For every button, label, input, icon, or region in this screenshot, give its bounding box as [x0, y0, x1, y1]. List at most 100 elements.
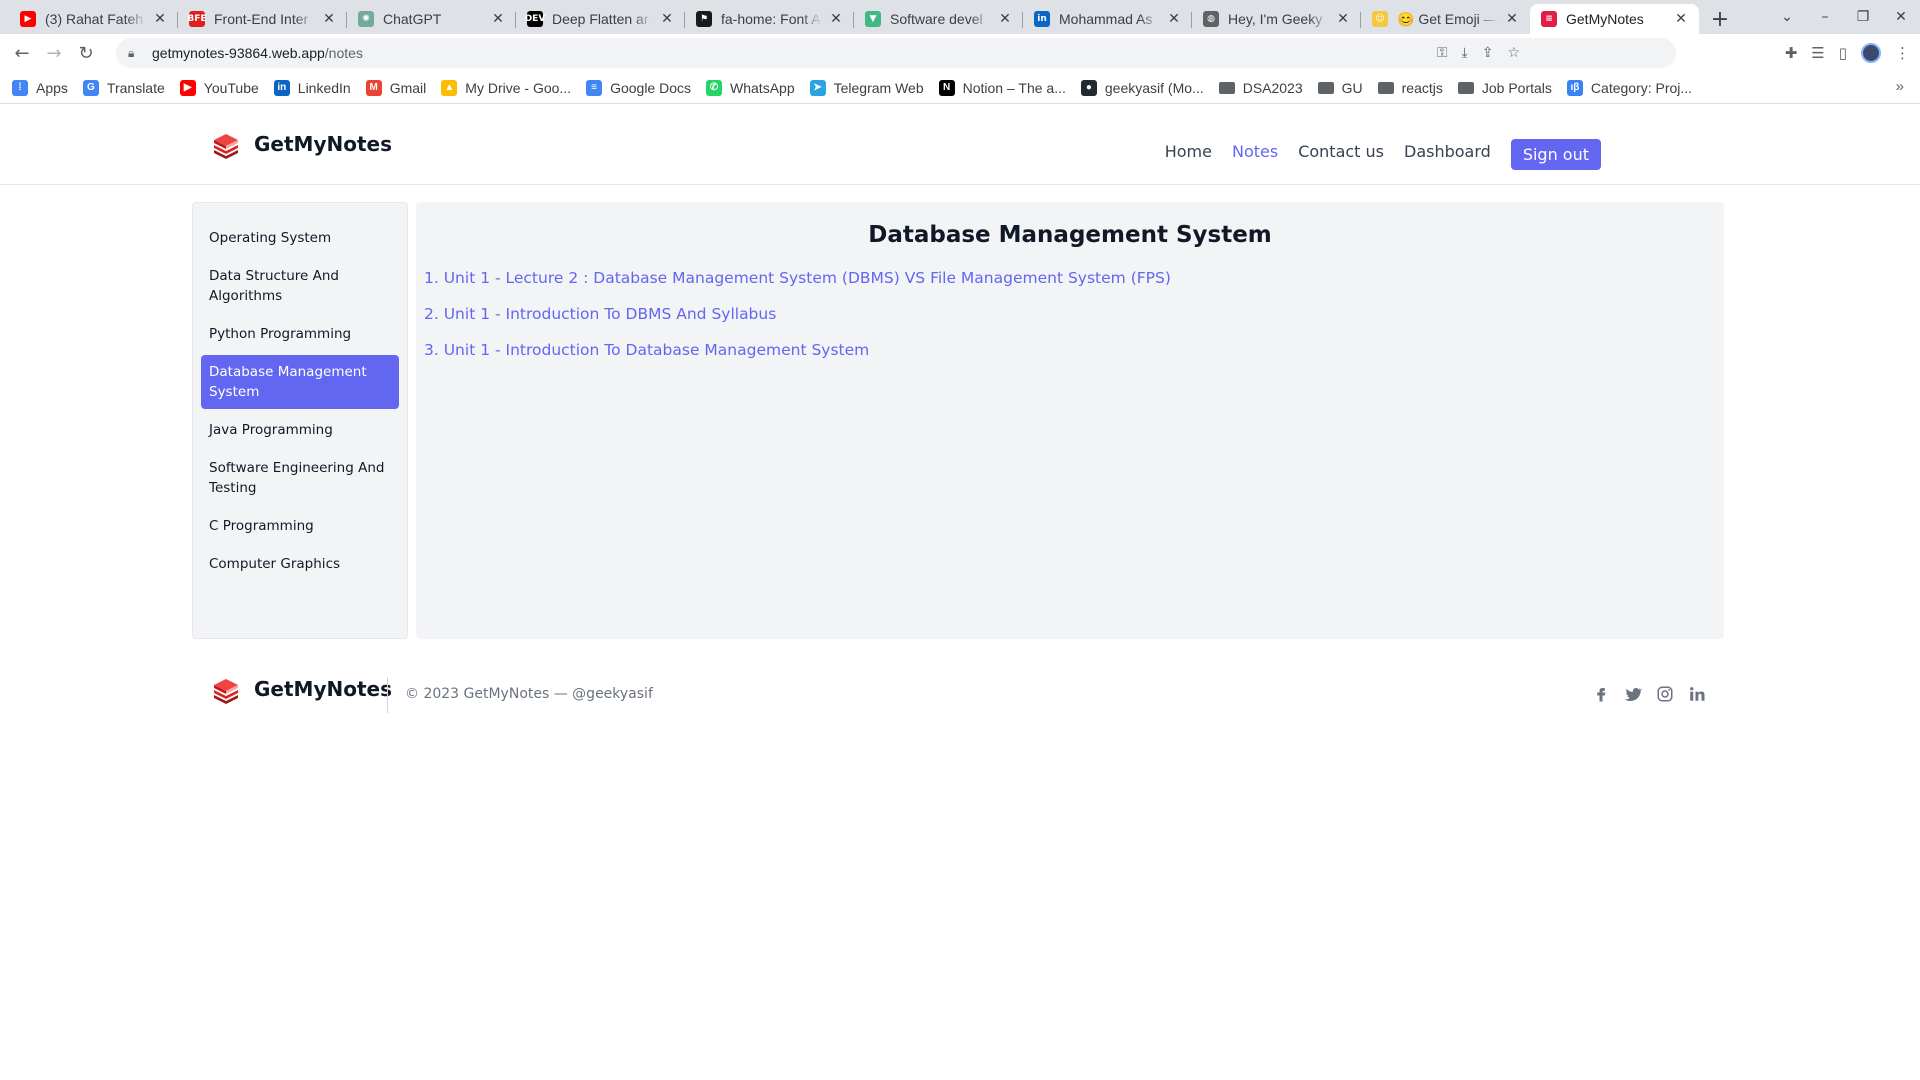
globe-icon: ◍	[1203, 11, 1219, 27]
bfe-icon: BFE	[187, 11, 207, 27]
bookmark-item[interactable]: N Notion – The a...	[938, 79, 1066, 96]
star-icon[interactable]: ☆	[1507, 45, 1520, 61]
browser-tab[interactable]: BFE Front-End Inter ✕	[178, 4, 347, 34]
bookmark-label: Gmail	[389, 79, 427, 96]
bookmark-item[interactable]: ▶ YouTube	[179, 79, 259, 96]
close-tab-icon[interactable]: ✕	[1673, 11, 1689, 27]
bookmark-label: reactjs	[1401, 79, 1443, 96]
key-icon[interactable]: ⚿	[1437, 45, 1448, 61]
more-bookmarks-icon[interactable]: »	[1896, 78, 1904, 95]
close-tab-icon[interactable]: ✕	[1504, 11, 1520, 27]
tab-title: Front-End Inter	[214, 11, 309, 27]
browser-tab[interactable]: ≡ GetMyNotes ✕	[1530, 4, 1699, 34]
subject-item[interactable]: Computer Graphics	[201, 547, 399, 581]
footer-brand[interactable]: GetMyNotes	[210, 673, 392, 705]
bookmark-label: Google Docs	[610, 79, 692, 96]
side-panel-icon[interactable]: ▯	[1839, 44, 1847, 62]
bookmark-item[interactable]: GU	[1317, 80, 1363, 96]
menu-icon[interactable]: ⋮	[1895, 44, 1910, 62]
subject-item[interactable]: Database Management System	[201, 355, 399, 409]
bookmark-item[interactable]: ✆ WhatsApp	[706, 79, 795, 96]
tab-title: Hey, I'm Geeky	[1228, 11, 1323, 27]
nav-dashboard[interactable]: Dashboard	[1404, 142, 1491, 161]
bookmark-item[interactable]: in LinkedIn	[273, 79, 351, 96]
close-window-icon[interactable]: ✕	[1882, 9, 1920, 25]
close-tab-icon[interactable]: ✕	[1335, 11, 1351, 27]
minimize-icon[interactable]: –	[1806, 9, 1844, 25]
close-tab-icon[interactable]: ✕	[321, 11, 337, 27]
subject-item[interactable]: Operating System	[201, 221, 399, 255]
nav-home[interactable]: Home	[1165, 142, 1212, 161]
brand[interactable]: GetMyNotes	[210, 128, 392, 160]
bookmark-item[interactable]: ıβ Category: Proj...	[1566, 79, 1692, 96]
browser-tab[interactable]: ⚑ fa-home: Font A ✕	[685, 4, 854, 34]
tab-title: Deep Flatten ar	[552, 11, 649, 27]
tab-title: 😊 Get Emoji —	[1397, 10, 1498, 27]
browser-tab[interactable]: ✺ ChatGPT ✕	[347, 4, 516, 34]
extensions-icon[interactable]: ✚	[1785, 44, 1798, 62]
bookmark-label: My Drive - Goo...	[465, 79, 572, 96]
drive-icon: ▲	[441, 79, 458, 96]
install-icon[interactable]: ⤓	[1462, 45, 1468, 61]
bookmark-item[interactable]: ⁞ Apps	[12, 79, 68, 96]
note-link[interactable]: 3. Unit 1 - Introduction To Database Man…	[424, 332, 1716, 368]
reload-icon[interactable]: ↻	[70, 37, 102, 69]
restore-icon[interactable]: ❐	[1844, 9, 1882, 25]
browser-tab[interactable]: in Mohammad As ✕	[1023, 4, 1192, 34]
browser-tab[interactable]: ▼ Software devel ✕	[854, 4, 1023, 34]
browser-tab[interactable]: ▶ (3) Rahat Fateh ✕	[9, 4, 178, 34]
url-host: getmynotes-93864.web.app	[152, 45, 325, 61]
bookmark-item[interactable]: G Translate	[82, 79, 165, 96]
telegram-icon: ➤	[809, 79, 826, 96]
translate-icon: G	[82, 79, 99, 96]
close-tab-icon[interactable]: ✕	[659, 11, 675, 27]
sign-out-button[interactable]: Sign out	[1510, 139, 1601, 170]
nav-contact-us[interactable]: Contact us	[1298, 142, 1384, 161]
subject-item[interactable]: Java Programming	[201, 413, 399, 447]
close-tab-icon[interactable]: ✕	[997, 11, 1013, 27]
linkedin-icon[interactable]	[1688, 685, 1706, 703]
close-tab-icon[interactable]: ✕	[828, 11, 844, 27]
note-link[interactable]: 2. Unit 1 - Introduction To DBMS And Syl…	[424, 296, 1716, 332]
bookmark-item[interactable]: reactjs	[1377, 79, 1443, 96]
browser-tab[interactable]: DEV Deep Flatten ar ✕	[516, 4, 685, 34]
bookmark-item[interactable]: ● geekyasif (Mo...	[1080, 79, 1204, 96]
close-tab-icon[interactable]: ✕	[152, 11, 168, 27]
close-tab-icon[interactable]: ✕	[1166, 11, 1182, 27]
share-icon[interactable]: ⇪	[1482, 45, 1494, 61]
gmail-icon: M	[365, 79, 382, 96]
apps-icon: ⁞	[12, 79, 28, 96]
bookmark-label: Translate	[106, 79, 165, 96]
reading-list-icon[interactable]: ☰	[1811, 44, 1824, 62]
bookmark-label: geekyasif (Mo...	[1104, 79, 1204, 96]
subject-item[interactable]: Data Structure And Algorithms	[201, 259, 399, 313]
profile-avatar[interactable]	[1861, 43, 1881, 63]
browser-tab[interactable]: ◍ Hey, I'm Geeky ✕	[1192, 4, 1361, 34]
tab-search-icon[interactable]: ⌄	[1768, 9, 1806, 25]
youtube-icon: ▶	[20, 11, 36, 27]
subject-item[interactable]: C Programming	[201, 509, 399, 543]
subject-item[interactable]: Python Programming	[201, 317, 399, 351]
bookmark-item[interactable]: DSA2023	[1218, 80, 1303, 96]
instagram-icon[interactable]	[1656, 685, 1674, 703]
back-icon[interactable]: ←	[6, 37, 38, 69]
subject-item[interactable]: Software Engineering And Testing	[201, 451, 399, 505]
emoji-icon: ☺	[1372, 11, 1388, 27]
toolbar-right: ✚ ☰ ▯ ⋮	[1785, 34, 1910, 72]
bookmark-item[interactable]: ≡ Google Docs	[586, 79, 692, 96]
bookmark-item[interactable]: ▲ My Drive - Goo...	[441, 79, 572, 96]
bookmark-item[interactable]: Job Portals	[1457, 80, 1552, 96]
whatsapp-icon: ✆	[706, 79, 723, 96]
note-link[interactable]: 1. Unit 1 - Lecture 2 : Database Managem…	[424, 260, 1716, 296]
new-tab-button[interactable]: +	[1705, 4, 1735, 34]
notes-list: 1. Unit 1 - Lecture 2 : Database Managem…	[424, 260, 1716, 368]
twitter-icon[interactable]	[1624, 685, 1642, 703]
bookmark-item[interactable]: M Gmail	[365, 79, 427, 96]
lock-icon[interactable]: 🔒︎	[128, 46, 142, 60]
close-tab-icon[interactable]: ✕	[490, 11, 506, 27]
forward-icon[interactable]: →	[38, 37, 70, 69]
facebook-icon[interactable]	[1592, 685, 1610, 703]
nav-notes[interactable]: Notes	[1232, 142, 1278, 161]
browser-tab[interactable]: ☺ 😊 Get Emoji — ✕	[1361, 4, 1530, 34]
bookmark-item[interactable]: ➤ Telegram Web	[809, 79, 924, 96]
